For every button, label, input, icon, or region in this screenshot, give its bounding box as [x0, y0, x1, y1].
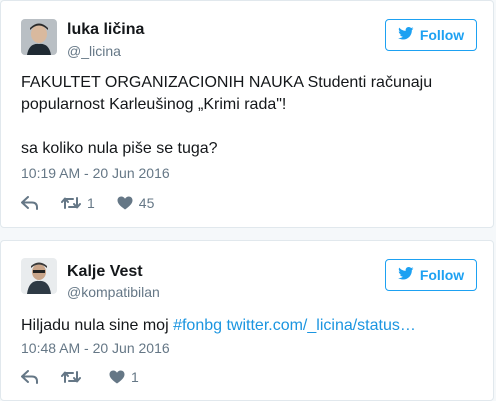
like-count: 1 — [131, 369, 139, 385]
follow-label: Follow — [419, 267, 465, 283]
tweet-actions: 1 — [21, 367, 161, 387]
tweet-card: luka ličina @_licina Follow FAKULTET ORG… — [0, 0, 494, 228]
twitter-bird-icon — [397, 27, 414, 43]
like-button[interactable]: 45 — [117, 193, 155, 213]
follow-button[interactable]: Follow — [385, 19, 477, 51]
display-name[interactable]: luka ličina — [67, 21, 144, 39]
hashtag-link[interactable]: #fonbg — [173, 317, 222, 334]
retweet-icon — [61, 196, 81, 210]
reply-icon — [21, 370, 39, 384]
like-count: 45 — [138, 195, 155, 211]
user-handle[interactable]: @kompatibilan — [67, 284, 160, 300]
tweet-text-line: popularnost Karleušinog „Krimi rada"! — [21, 96, 287, 113]
retweet-button[interactable] — [61, 367, 87, 387]
display-name[interactable]: Kalje Vest — [67, 263, 143, 281]
heart-icon — [117, 196, 133, 210]
tweet-timestamp[interactable]: 10:48 AM - 20 Jun 2016 — [21, 340, 170, 356]
tweet-timestamp[interactable]: 10:19 AM - 20 Jun 2016 — [21, 165, 170, 181]
retweet-count: 1 — [87, 195, 95, 211]
tweet-actions: 1 45 — [21, 193, 176, 213]
reply-button[interactable] — [21, 367, 39, 387]
follow-label: Follow — [419, 27, 465, 43]
tweet-card: Kalje Vest @kompatibilan Follow Hiljadu … — [0, 240, 494, 401]
tweet-text-plain: Hiljadu nula sine moj — [21, 317, 174, 334]
tweet-text: Hiljadu nula sine moj #fonbg twitter.com… — [21, 315, 475, 337]
like-button[interactable]: 1 — [109, 367, 139, 387]
avatar[interactable] — [21, 258, 57, 294]
avatar[interactable] — [21, 19, 57, 55]
retweet-icon — [61, 370, 81, 384]
heart-icon — [109, 370, 125, 384]
reply-icon — [21, 196, 39, 210]
tweet-text-line: FAKULTET ORGANIZACIONIH NAUKA Studenti r… — [21, 74, 433, 91]
follow-button[interactable]: Follow — [385, 259, 477, 291]
tweet-text: FAKULTET ORGANIZACIONIH NAUKA Studenti r… — [21, 72, 475, 160]
user-handle[interactable]: @_licina — [67, 43, 121, 59]
tweet-text-line: sa koliko nula piše se tuga? — [21, 140, 218, 157]
tweet-url-link[interactable]: twitter.com/_licina/status… — [226, 317, 415, 334]
retweet-button[interactable]: 1 — [61, 193, 95, 213]
reply-button[interactable] — [21, 193, 39, 213]
twitter-bird-icon — [397, 267, 414, 283]
